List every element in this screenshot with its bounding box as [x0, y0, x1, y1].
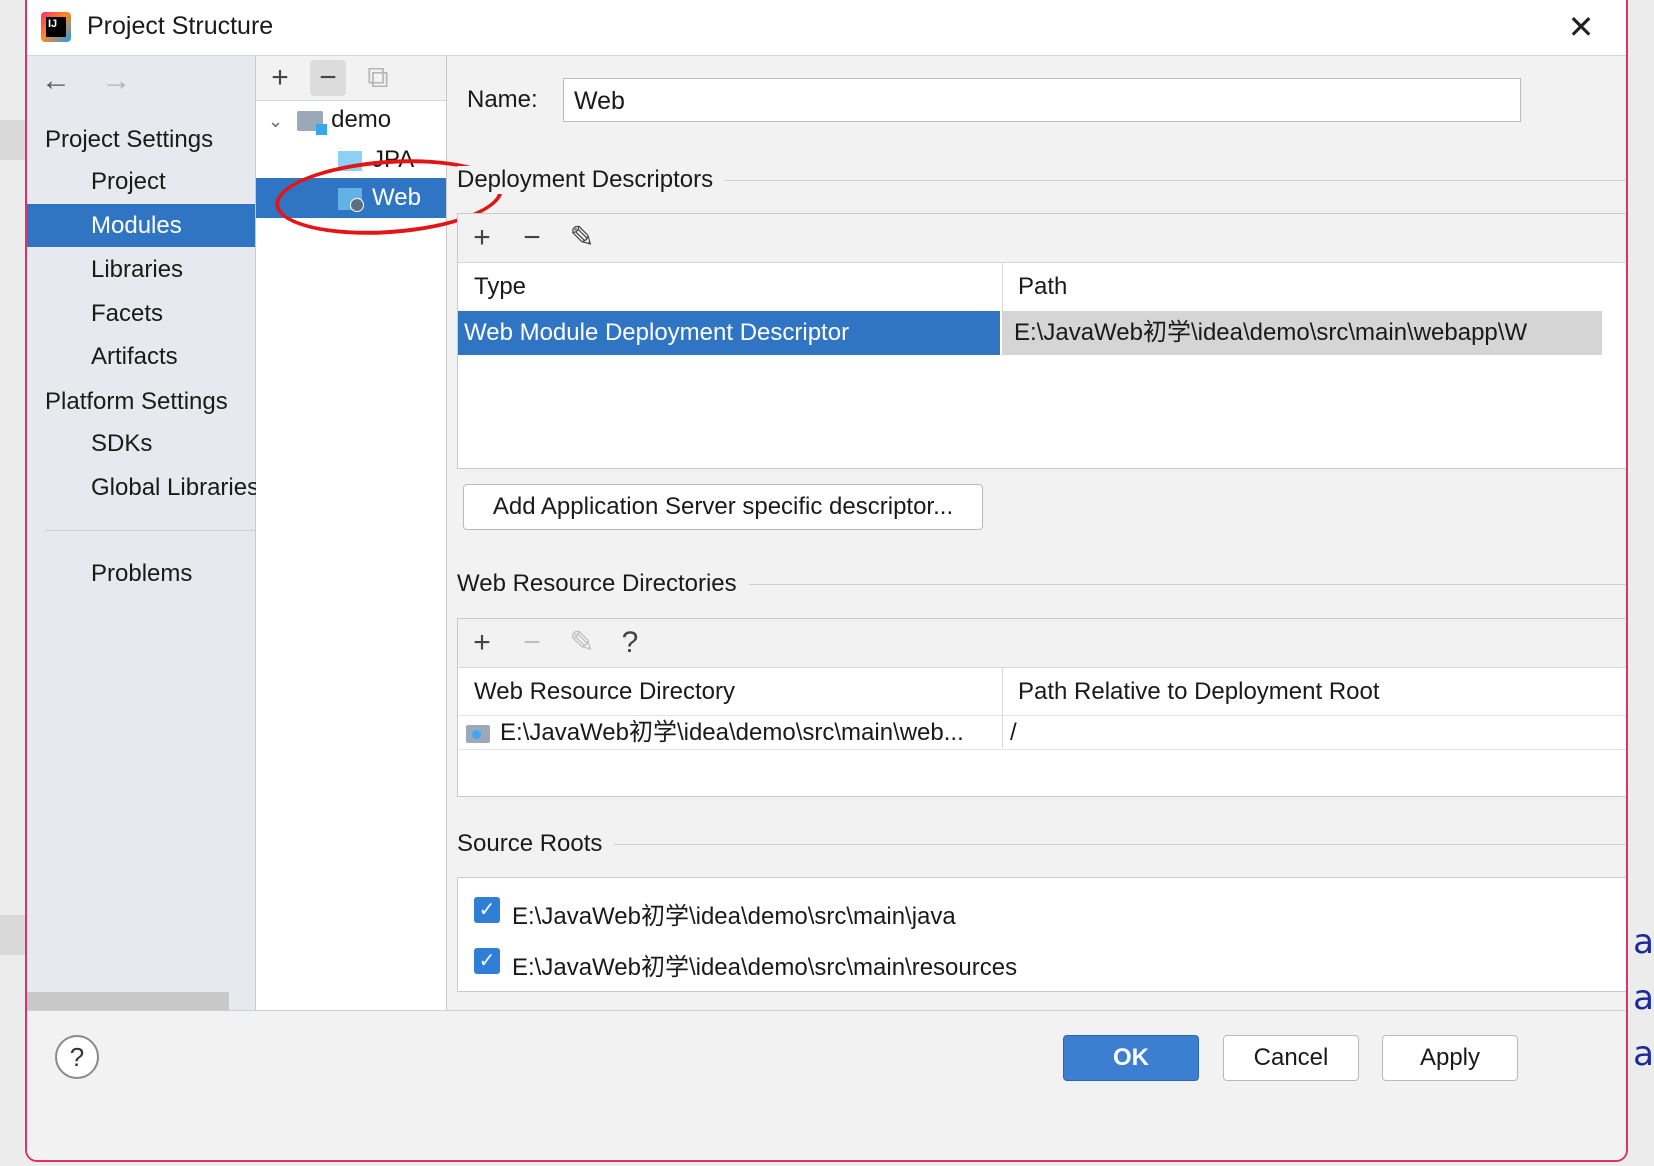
- cancel-button[interactable]: Cancel: [1223, 1035, 1359, 1081]
- sidebar-item-libraries[interactable]: Libraries: [27, 248, 255, 291]
- tree-node-label: JPA: [372, 146, 415, 172]
- descriptor-path-cell[interactable]: E:\JavaWeb初学\idea\demo\src\main\webapp\W: [1002, 311, 1602, 355]
- web-facet-icon: [338, 187, 364, 212]
- add-icon[interactable]: +: [462, 218, 502, 258]
- remove-icon[interactable]: −: [310, 60, 346, 96]
- sidebar-horizontal-scrollbar[interactable]: [27, 992, 229, 1010]
- source-root-checkbox[interactable]: ✓: [474, 948, 500, 974]
- source-root-checkbox[interactable]: ✓: [474, 897, 500, 923]
- module-folder-icon: [297, 110, 328, 135]
- background-text: a: [1633, 922, 1654, 962]
- ok-button[interactable]: OK: [1063, 1035, 1199, 1081]
- column-header-web-resource-directory[interactable]: Web Resource Directory: [458, 668, 1002, 716]
- column-divider: [1002, 263, 1003, 311]
- title-bar: Project Structure ✕: [27, 0, 1626, 56]
- edit-pencil-icon[interactable]: ✎: [562, 218, 602, 258]
- deployment-descriptors-title: Deployment Descriptors: [457, 166, 726, 194]
- sidebar-item-artifacts[interactable]: Artifacts: [27, 335, 255, 378]
- sidebar-item-project[interactable]: Project: [27, 160, 255, 203]
- sidebar-item-facets[interactable]: Facets: [27, 292, 255, 335]
- tree-node-label: Web: [372, 184, 421, 211]
- add-icon[interactable]: +: [462, 623, 502, 663]
- tree-node-jpa[interactable]: JPA: [338, 142, 414, 172]
- background-text: a: [1633, 978, 1654, 1018]
- web-resource-directory-cell: E:\JavaWeb初学\idea\demo\src\main\web...: [500, 719, 964, 746]
- name-field[interactable]: Web: [563, 78, 1521, 122]
- sidebar-item-problems[interactable]: Problems: [27, 552, 255, 595]
- back-arrow-icon[interactable]: ←: [41, 64, 71, 97]
- sidebar-divider: [45, 530, 255, 531]
- web-facet-settings: Name: Web Deployment Descriptors + − ✎ T…: [447, 56, 1626, 1066]
- relative-path-cell[interactable]: /: [1010, 716, 1410, 750]
- background-text: a: [1633, 1034, 1654, 1074]
- remove-icon[interactable]: −: [512, 623, 552, 663]
- close-icon[interactable]: ✕: [1564, 10, 1598, 44]
- tree-node-web[interactable]: Web: [338, 180, 421, 216]
- add-server-descriptor-button[interactable]: Add Application Server specific descript…: [463, 484, 983, 530]
- deployment-toolbar: + − ✎: [458, 214, 1626, 263]
- sidebar-item-modules[interactable]: Modules: [27, 204, 255, 247]
- remove-icon[interactable]: −: [512, 218, 552, 258]
- web-resource-directories-table: + − ✎ ? Web Resource Directory Path Rela…: [457, 618, 1626, 797]
- add-icon[interactable]: +: [262, 60, 298, 96]
- platform-settings-header: Platform Settings: [45, 388, 228, 415]
- project-structure-dialog: Project Structure ✕ ← → Project Settings…: [25, 0, 1628, 1162]
- background-strip: [0, 915, 26, 955]
- help-question-icon[interactable]: ?: [610, 623, 650, 663]
- project-settings-header: Project Settings: [45, 126, 214, 153]
- section-divider: [457, 844, 1626, 845]
- web-resources-toolbar: + − ✎ ?: [458, 619, 1626, 668]
- background-strip: [0, 120, 26, 160]
- source-roots-title: Source Roots: [457, 830, 615, 858]
- settings-sidebar: ← → Project Settings Project Modules Lib…: [27, 56, 259, 1066]
- intellij-app-icon: [41, 12, 71, 42]
- descriptor-type-cell[interactable]: Web Module Deployment Descriptor: [458, 311, 1000, 355]
- help-icon[interactable]: ?: [55, 1035, 99, 1079]
- source-roots-list: ✓ E:\JavaWeb初学\idea\demo\src\main\java ✓…: [457, 877, 1626, 992]
- module-tree-panel: + − ⧉ ⌄ demo JPA Web: [256, 56, 447, 1066]
- column-header-path[interactable]: Path: [1002, 263, 1602, 311]
- deployment-descriptors-table: + − ✎ Type Path Web Module Deployment De…: [457, 213, 1626, 469]
- tree-node-demo[interactable]: ⌄ demo: [268, 102, 391, 138]
- row-divider: [458, 749, 1626, 750]
- web-folder-icon: [466, 724, 490, 743]
- column-divider: [1002, 668, 1003, 748]
- tree-node-label: demo: [331, 106, 392, 133]
- chevron-down-icon[interactable]: ⌄: [268, 111, 283, 131]
- dialog-footer: ? OK Cancel Apply: [27, 1010, 1626, 1160]
- copy-icon[interactable]: ⧉: [360, 60, 396, 96]
- web-resource-directories-title: Web Resource Directories: [457, 570, 749, 598]
- sidebar-item-global-libraries[interactable]: Global Libraries: [27, 466, 259, 509]
- name-label: Name:: [467, 86, 538, 113]
- source-root-resources[interactable]: E:\JavaWeb初学\idea\demo\src\main\resource…: [512, 947, 1017, 982]
- column-header-type[interactable]: Type: [458, 263, 1002, 311]
- tree-toolbar: + − ⧉: [256, 56, 446, 101]
- column-header-relative-path[interactable]: Path Relative to Deployment Root: [1002, 668, 1602, 716]
- sidebar-item-sdks[interactable]: SDKs: [27, 422, 255, 465]
- history-navigation: ← →: [41, 64, 153, 98]
- source-root-java[interactable]: E:\JavaWeb初学\idea\demo\src\main\java: [512, 896, 956, 931]
- web-resource-row[interactable]: E:\JavaWeb初学\idea\demo\src\main\web...: [466, 716, 996, 750]
- apply-button[interactable]: Apply: [1382, 1035, 1518, 1081]
- jpa-facet-icon: [338, 150, 362, 171]
- forward-arrow-icon[interactable]: →: [101, 64, 131, 97]
- edit-pencil-icon[interactable]: ✎: [562, 623, 602, 663]
- window-title: Project Structure: [87, 12, 274, 40]
